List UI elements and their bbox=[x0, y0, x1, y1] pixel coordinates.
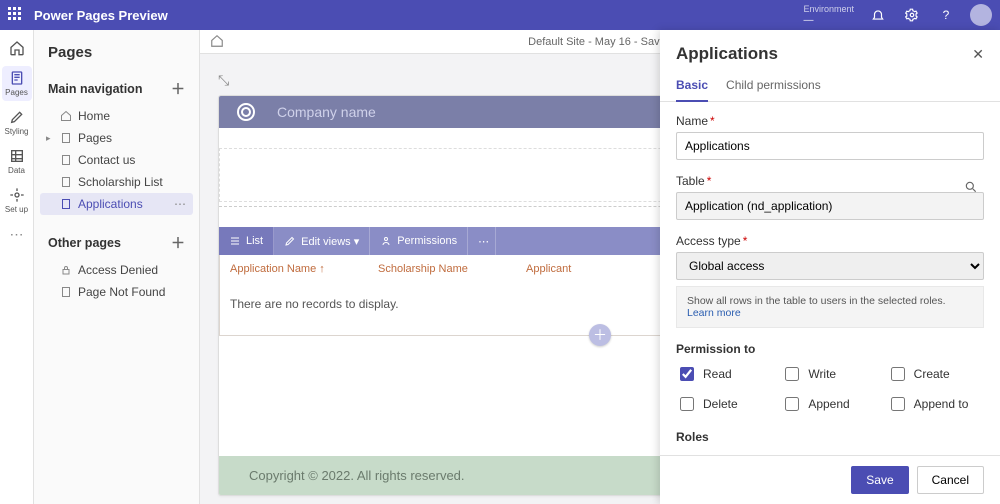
name-input[interactable] bbox=[676, 132, 984, 160]
name-label: Name* bbox=[676, 114, 984, 128]
page-item-access-denied[interactable]: Access Denied bbox=[40, 259, 193, 281]
perm-delete[interactable]: Delete bbox=[676, 394, 773, 414]
chevron-right-icon[interactable]: ▸ bbox=[46, 133, 51, 144]
page-item-home[interactable]: Home bbox=[40, 105, 193, 127]
table-label: Table* bbox=[676, 174, 984, 188]
perm-create[interactable]: Create bbox=[887, 364, 984, 384]
empty-message: There are no records to display. bbox=[230, 297, 399, 311]
page-item-applications[interactable]: Applications ⋯ bbox=[40, 193, 193, 215]
edit-views-button[interactable]: Edit views ▾ bbox=[274, 227, 370, 255]
access-select[interactable]: Global access bbox=[676, 252, 984, 280]
rail-setup[interactable]: Set up bbox=[2, 183, 32, 218]
access-label: Access type* bbox=[676, 234, 984, 248]
add-other-page-button[interactable]: ＋ bbox=[171, 233, 185, 253]
cancel-button[interactable]: Cancel bbox=[917, 466, 984, 494]
rail-styling[interactable]: Styling bbox=[2, 105, 32, 140]
perm-write[interactable]: Write bbox=[781, 364, 878, 384]
col-app-name[interactable]: Application Name ↑ bbox=[230, 263, 378, 275]
tab-basic[interactable]: Basic bbox=[676, 70, 708, 102]
add-section-button[interactable]: ＋ bbox=[589, 324, 611, 346]
main-nav-label: Main navigation bbox=[48, 82, 142, 96]
breadcrumb-home-icon[interactable] bbox=[210, 34, 224, 48]
perm-append[interactable]: Append bbox=[781, 394, 878, 414]
rail-home[interactable] bbox=[2, 36, 32, 62]
page-item-contact[interactable]: Contact us bbox=[40, 149, 193, 171]
toolbar-more-button[interactable]: ⋯ bbox=[468, 227, 496, 255]
company-name: Company name bbox=[277, 104, 376, 120]
save-button[interactable]: Save bbox=[851, 466, 908, 494]
tab-child[interactable]: Child permissions bbox=[726, 70, 821, 101]
pages-panel-title: Pages bbox=[34, 30, 199, 71]
help-icon[interactable]: ? bbox=[936, 5, 956, 25]
search-icon[interactable] bbox=[964, 180, 978, 194]
roles-label: Roles bbox=[676, 430, 984, 444]
learn-more-link[interactable]: Learn more bbox=[687, 307, 741, 319]
left-rail: Pages Styling Data Set up ⋯ bbox=[0, 30, 34, 504]
permissions-flyout: Applications ✕ Basic Child permissions N… bbox=[660, 30, 1000, 504]
col-scholarship[interactable]: Scholarship Name bbox=[378, 263, 526, 275]
page-item-pages[interactable]: ▸ Pages bbox=[40, 127, 193, 149]
top-bar: Power Pages Preview Environment — ? bbox=[0, 0, 1000, 30]
table-input[interactable] bbox=[676, 192, 984, 220]
close-icon[interactable]: ✕ bbox=[972, 46, 984, 63]
account-avatar[interactable] bbox=[970, 4, 992, 26]
other-pages-label: Other pages bbox=[48, 236, 121, 250]
notifications-icon[interactable] bbox=[868, 5, 888, 25]
settings-icon[interactable] bbox=[902, 5, 922, 25]
app-launcher-icon[interactable] bbox=[8, 7, 24, 23]
perm-appendto[interactable]: Append to bbox=[887, 394, 984, 414]
pages-panel: Pages Main navigation ＋ Home ▸ Pages Co bbox=[34, 30, 200, 504]
permission-to-label: Permission to bbox=[676, 342, 984, 356]
access-hint: Show all rows in the table to users in t… bbox=[676, 286, 984, 328]
rail-pages[interactable]: Pages bbox=[2, 66, 32, 101]
add-main-page-button[interactable]: ＋ bbox=[171, 79, 185, 99]
col-applicant[interactable]: Applicant bbox=[526, 263, 674, 275]
flyout-title: Applications bbox=[676, 44, 778, 64]
resize-handle-icon[interactable]: ⤡ bbox=[218, 72, 229, 89]
page-item-not-found[interactable]: Page Not Found bbox=[40, 281, 193, 303]
environment-picker[interactable]: Environment — bbox=[803, 3, 854, 27]
rail-more[interactable]: ⋯ bbox=[2, 222, 32, 247]
rail-data[interactable]: Data bbox=[2, 144, 32, 179]
logo-icon bbox=[237, 103, 255, 121]
permissions-button[interactable]: Permissions bbox=[370, 227, 468, 255]
list-view-button[interactable]: List bbox=[219, 227, 274, 255]
page-item-scholarship[interactable]: Scholarship List bbox=[40, 171, 193, 193]
product-title: Power Pages Preview bbox=[34, 8, 168, 23]
perm-read[interactable]: Read bbox=[676, 364, 773, 384]
page-item-more-icon[interactable]: ⋯ bbox=[174, 197, 187, 211]
